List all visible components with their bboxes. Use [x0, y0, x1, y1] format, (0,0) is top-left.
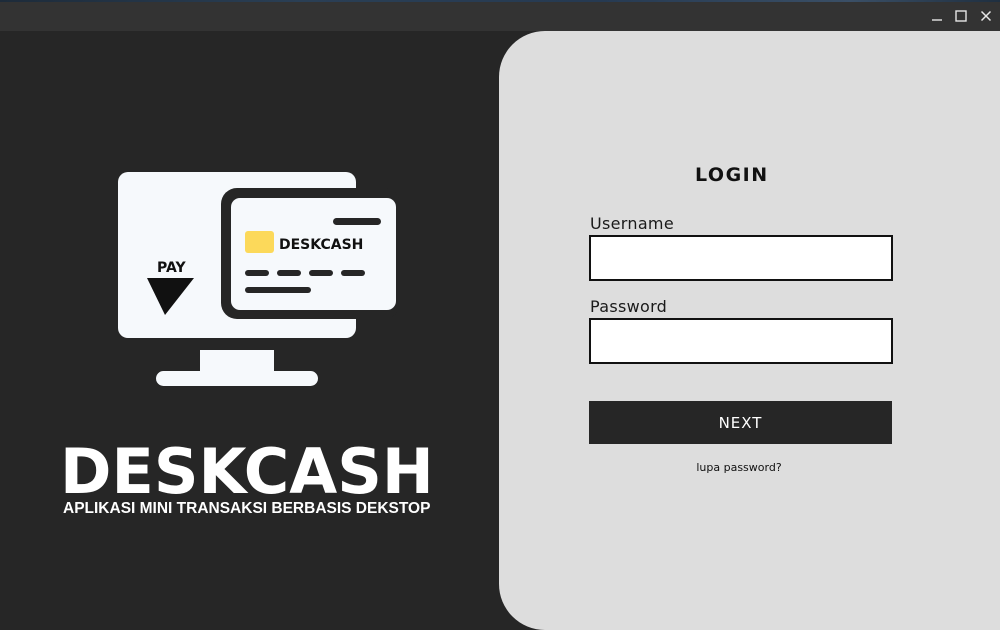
deskcash-logo: DESKCASH PAY — [118, 172, 400, 386]
card-dash-1 — [245, 270, 269, 276]
card-body-shape — [231, 198, 396, 310]
monitor-neck-shape — [200, 350, 274, 372]
login-title: LOGIN — [695, 164, 769, 186]
branding-panel: DESKCASH PAY DESKCASH APLIKASI MINI TRAN… — [0, 31, 500, 630]
card-chip-shape — [245, 231, 274, 253]
forgot-password-link[interactable]: lupa password? — [689, 461, 789, 474]
card-label: DESKCASH — [279, 237, 363, 253]
brand-subtitle: APLIKASI MINI TRANSAKSI BERBASIS DEKSTOP — [63, 500, 431, 517]
card-line-long — [245, 287, 311, 293]
title-bar — [0, 0, 1000, 31]
next-button[interactable]: NEXT — [589, 401, 892, 444]
card-dash-4 — [341, 270, 365, 276]
minimize-button[interactable] — [926, 6, 948, 26]
maximize-icon — [955, 10, 967, 22]
password-label: Password — [590, 297, 668, 316]
pay-label: PAY — [157, 260, 186, 276]
monitor-base-shape — [156, 371, 318, 386]
card-dash-2 — [277, 270, 301, 276]
login-card: LOGIN Username Password NEXT lupa passwo… — [499, 31, 1000, 630]
title-bar-accent — [0, 0, 1000, 2]
username-label: Username — [590, 214, 674, 233]
username-input[interactable] — [589, 235, 893, 281]
card-top-line — [333, 218, 381, 225]
close-button[interactable] — [975, 6, 997, 26]
brand-title: DESKCASH — [60, 435, 434, 508]
minimize-icon — [932, 19, 942, 21]
close-icon — [980, 10, 992, 22]
password-input[interactable] — [589, 318, 893, 364]
card-dash-3 — [309, 270, 333, 276]
maximize-button[interactable] — [950, 6, 972, 26]
app-window: DESKCASH PAY DESKCASH APLIKASI MINI TRAN… — [0, 0, 1000, 630]
